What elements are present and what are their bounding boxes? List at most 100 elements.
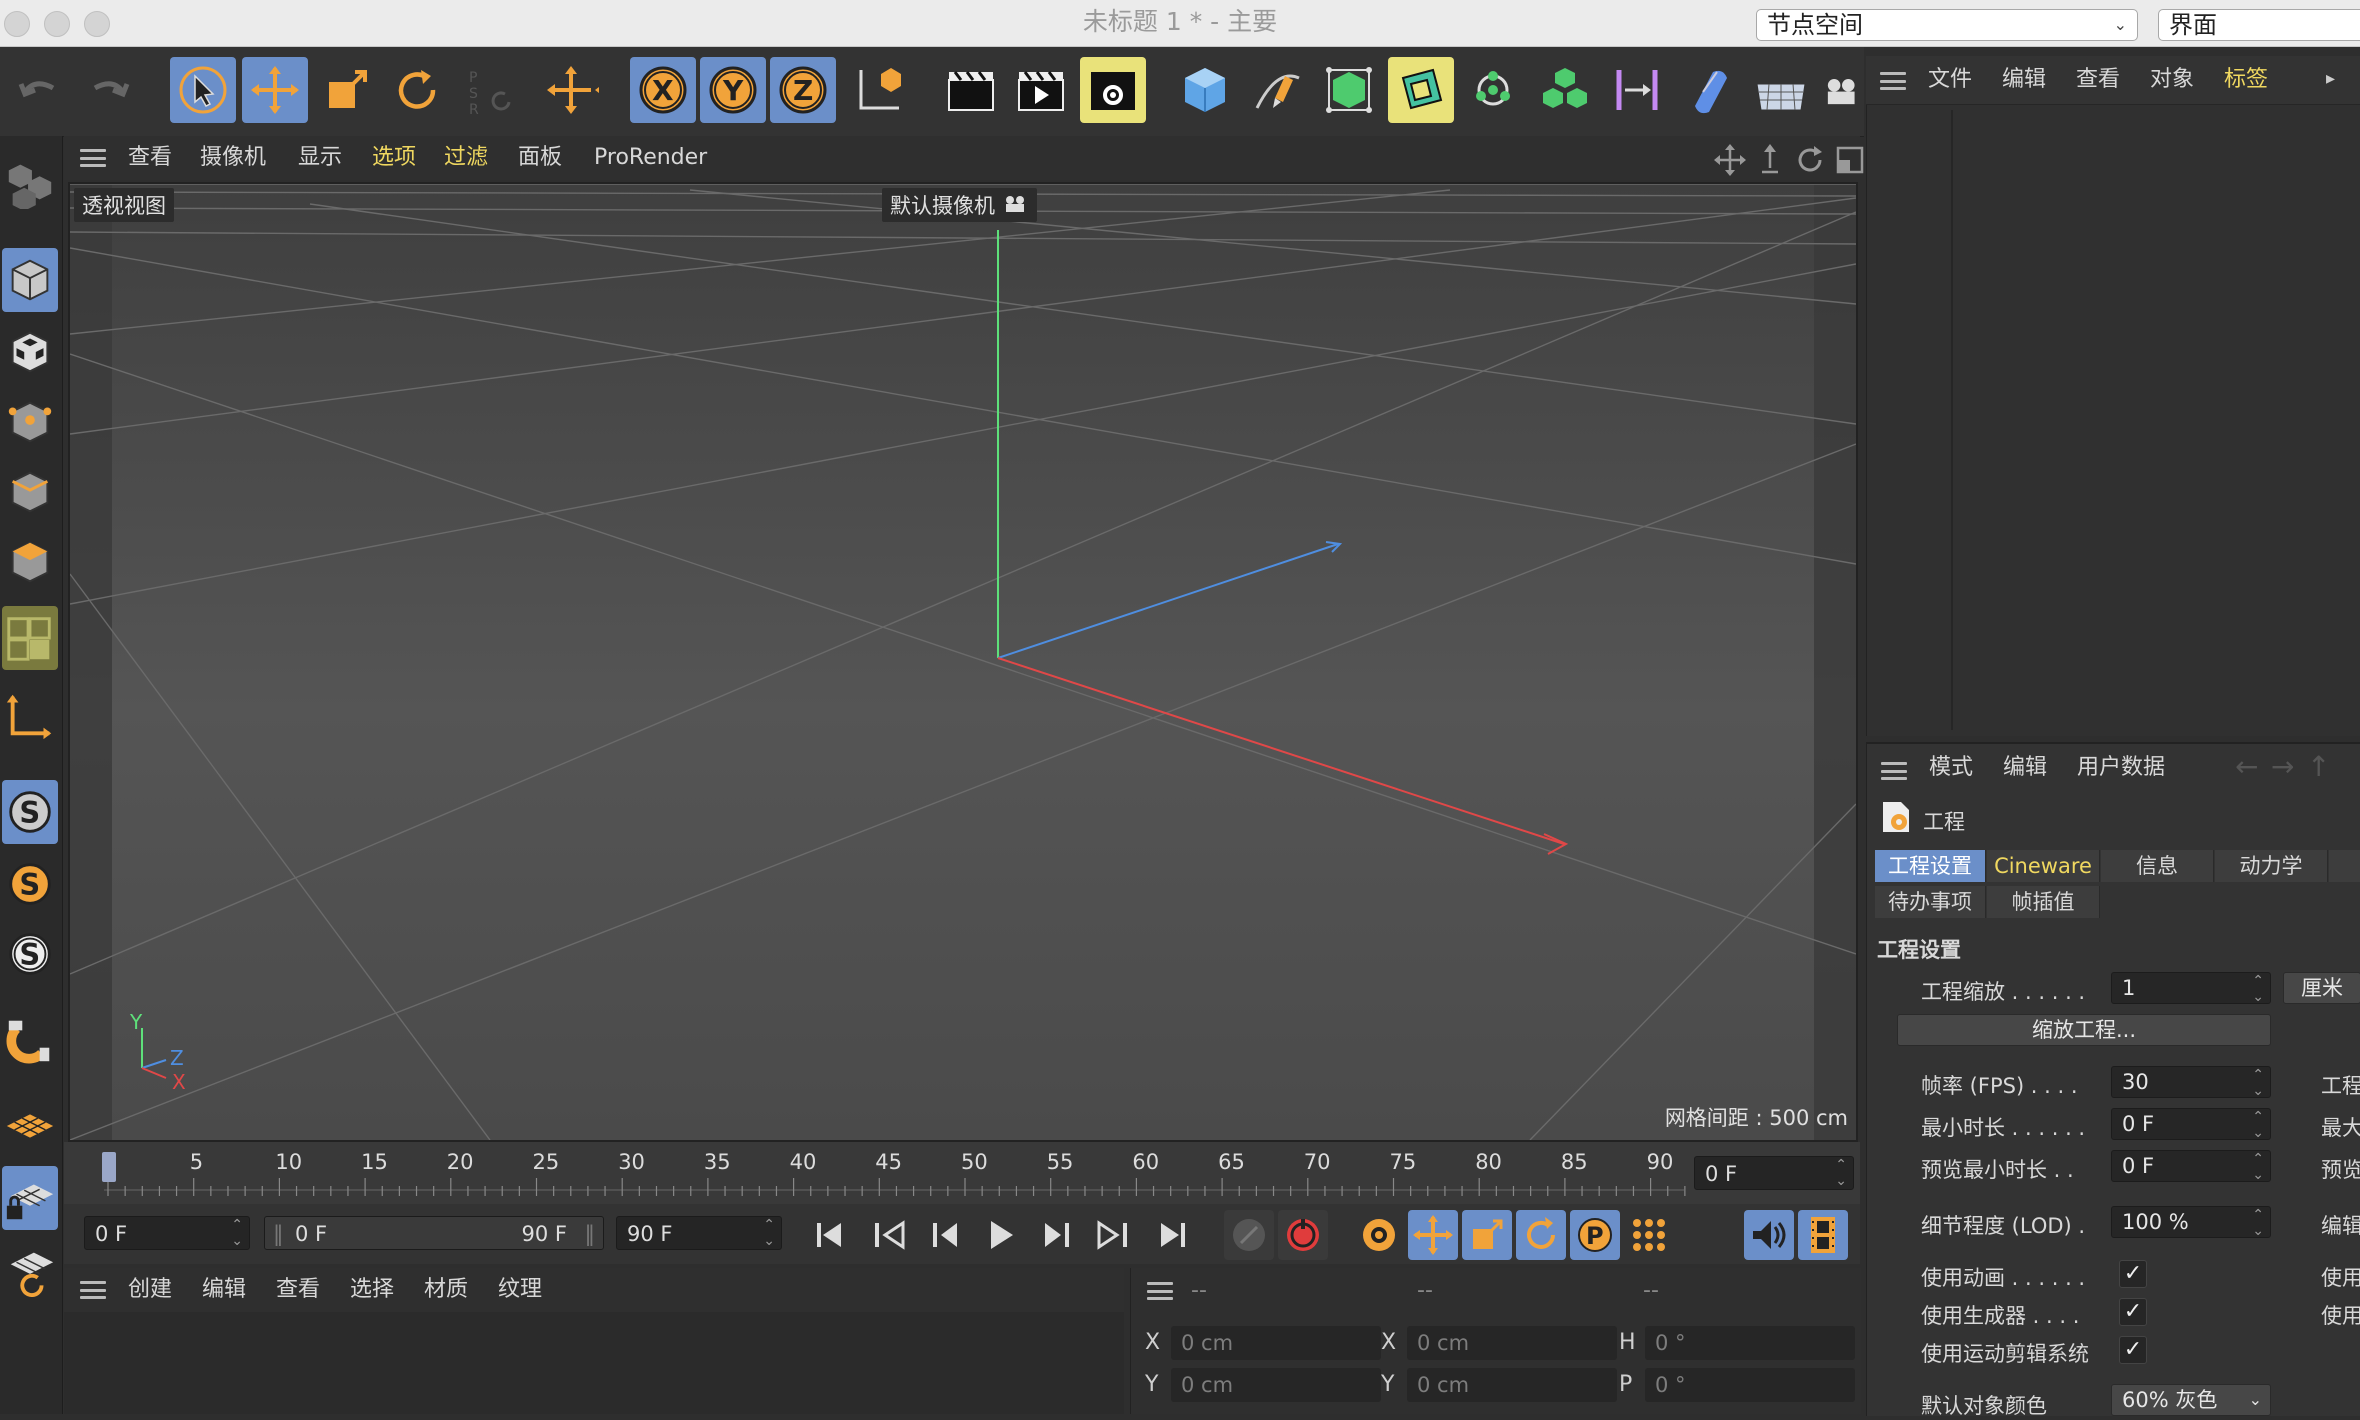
- preview-min-field[interactable]: 0 F ⌃ ⌄: [2111, 1150, 2271, 1183]
- menu-select[interactable]: 选择: [350, 1268, 394, 1312]
- field-button[interactable]: [1676, 57, 1742, 123]
- forward-arrow-icon[interactable]: →: [2271, 750, 2294, 783]
- make-editable-button[interactable]: [2, 150, 58, 214]
- key-position-button[interactable]: [1408, 1210, 1458, 1260]
- scale-project-button[interactable]: 缩放工程...: [1897, 1014, 2271, 1046]
- timeline-ruler[interactable]: 051015202530354045505560657075808590 0 F…: [64, 1142, 1860, 1204]
- recent-tool-button[interactable]: [538, 57, 604, 123]
- menu-edit[interactable]: 编辑: [2002, 58, 2046, 102]
- z-axis-button[interactable]: Z: [770, 57, 836, 123]
- render-to-picture-viewer-button[interactable]: [1008, 57, 1074, 123]
- previous-frame-button[interactable]: [920, 1210, 970, 1260]
- sound-scrub-button[interactable]: [1744, 1210, 1794, 1260]
- range-end-handle-icon[interactable]: ‖: [585, 1217, 596, 1251]
- film-strip-button[interactable]: [1798, 1210, 1848, 1260]
- maximize-view-icon[interactable]: [1834, 144, 1866, 176]
- node-space-select[interactable]: 节点空间 ⌄: [1756, 9, 2138, 41]
- key-rotation-button[interactable]: [1516, 1210, 1566, 1260]
- menu-material[interactable]: 材质: [424, 1268, 468, 1312]
- size-y-field[interactable]: 0 cm: [1407, 1368, 1617, 1402]
- menu-mode[interactable]: 模式: [1929, 746, 1973, 790]
- rotate-view-icon[interactable]: [1794, 144, 1826, 176]
- up-arrow-icon[interactable]: ↑: [2307, 750, 2330, 783]
- playhead[interactable]: [102, 1152, 116, 1182]
- coords-menu-icon[interactable]: [1147, 1282, 1173, 1300]
- deformer-button[interactable]: [1604, 57, 1670, 123]
- polygon-mode-button[interactable]: [2, 530, 58, 594]
- model-mode-button[interactable]: [2, 248, 58, 312]
- tab-dynamics[interactable]: 动力学: [2215, 850, 2328, 882]
- next-frame-button[interactable]: [1032, 1210, 1082, 1260]
- menu-panel[interactable]: 面板: [518, 136, 562, 180]
- camera-name-label[interactable]: 默认摄像机: [882, 188, 1037, 222]
- workplane-rotate-button[interactable]: [2, 1238, 58, 1302]
- menu-tags[interactable]: 标签: [2224, 58, 2268, 102]
- default-color-select[interactable]: 60% 灰色 ⌄: [2111, 1384, 2271, 1416]
- play-button[interactable]: [976, 1210, 1026, 1260]
- cube-button[interactable]: [1172, 57, 1238, 123]
- camera-button[interactable]: [1820, 57, 1864, 123]
- preview-range-slider[interactable]: ‖ 0 F 90 F ‖: [264, 1216, 604, 1250]
- use-animation-checkbox[interactable]: ✓: [2119, 1260, 2147, 1288]
- render-settings-button[interactable]: [1080, 57, 1146, 123]
- tab-todo[interactable]: 待办事项: [1875, 886, 1986, 918]
- tab-overflow[interactable]: [2329, 850, 2360, 882]
- edge-mode-button[interactable]: [2, 460, 58, 524]
- rot-h-field[interactable]: 0 °: [1645, 1326, 1855, 1360]
- move-tool-button[interactable]: [242, 57, 308, 123]
- tab-key-interpolation[interactable]: 帧插值: [1987, 886, 2100, 918]
- attribute-menu-icon[interactable]: [1881, 762, 1907, 780]
- range-start-handle-icon[interactable]: ‖: [273, 1217, 284, 1251]
- menu-edit[interactable]: 编辑: [202, 1268, 246, 1312]
- go-to-start-button[interactable]: [804, 1210, 854, 1260]
- uv-mode-button[interactable]: [2, 606, 58, 670]
- extrude-button[interactable]: [1388, 57, 1454, 123]
- pos-x-field[interactable]: 0 cm: [1171, 1326, 1381, 1360]
- menu-options[interactable]: 选项: [372, 136, 416, 180]
- pos-y-field[interactable]: 0 cm: [1171, 1368, 1381, 1402]
- back-arrow-icon[interactable]: ←: [2235, 750, 2258, 783]
- snap-quantize-button[interactable]: S: [2, 922, 58, 986]
- use-motion-system-checkbox[interactable]: ✓: [2119, 1336, 2147, 1364]
- menu-texture[interactable]: 纹理: [498, 1268, 542, 1312]
- tab-project-settings[interactable]: 工程设置: [1875, 850, 1986, 882]
- lod-field[interactable]: 100 % ⌃ ⌄: [2111, 1206, 2271, 1239]
- tab-info[interactable]: 信息: [2101, 850, 2214, 882]
- zoom-view-icon[interactable]: [1754, 144, 1786, 176]
- key-point-level-button[interactable]: [1624, 1210, 1674, 1260]
- snap-toggle-button[interactable]: S: [2, 780, 58, 844]
- menu-display[interactable]: 显示: [298, 136, 342, 180]
- magnet-button[interactable]: [2, 1008, 58, 1072]
- menu-edit[interactable]: 编辑: [2003, 746, 2047, 790]
- go-to-end-button[interactable]: [1148, 1210, 1198, 1260]
- cloner-button[interactable]: [1532, 57, 1598, 123]
- key-parameter-button[interactable]: P: [1570, 1210, 1620, 1260]
- scale-tool-button[interactable]: [314, 57, 380, 123]
- coordinate-system-button[interactable]: [846, 57, 912, 123]
- object-manager[interactable]: [1866, 56, 2360, 736]
- auto-key-button[interactable]: [1278, 1210, 1328, 1260]
- record-active-button[interactable]: [1224, 1210, 1274, 1260]
- x-axis-button[interactable]: X: [630, 57, 696, 123]
- pen-button[interactable]: [1244, 57, 1310, 123]
- layout-select[interactable]: 界面: [2158, 9, 2360, 41]
- y-axis-button[interactable]: Y: [700, 57, 766, 123]
- rot-p-field[interactable]: 0 °: [1645, 1368, 1855, 1402]
- menu-more-arrow-icon[interactable]: ▸: [2326, 68, 2335, 89]
- project-scale-field[interactable]: 1 ⌃ ⌄: [2111, 972, 2271, 1005]
- min-time-field[interactable]: 0 F ⌃ ⌄: [2111, 1108, 2271, 1141]
- start-frame-field[interactable]: 0 F ⌃ ⌄: [84, 1216, 250, 1250]
- rotate-tool-button[interactable]: [384, 57, 450, 123]
- menu-view[interactable]: 查看: [276, 1268, 320, 1312]
- material-menu-icon[interactable]: [80, 1281, 106, 1299]
- project-scale-unit-select[interactable]: 厘米: [2283, 972, 2360, 1004]
- point-mode-button[interactable]: [2, 390, 58, 454]
- menu-view[interactable]: 查看: [2076, 58, 2120, 102]
- next-key-button[interactable]: [1088, 1210, 1138, 1260]
- menu-create[interactable]: 创建: [128, 1268, 172, 1312]
- fps-field[interactable]: 30 ⌃ ⌄: [2111, 1066, 2271, 1099]
- pan-view-icon[interactable]: [1714, 144, 1746, 176]
- key-scale-button[interactable]: [1462, 1210, 1512, 1260]
- perspective-viewport[interactable]: Y Z X 透视视图 默认摄像机 网格间距 : 500 cm: [68, 182, 1858, 1142]
- menu-file[interactable]: 文件: [1928, 58, 1972, 102]
